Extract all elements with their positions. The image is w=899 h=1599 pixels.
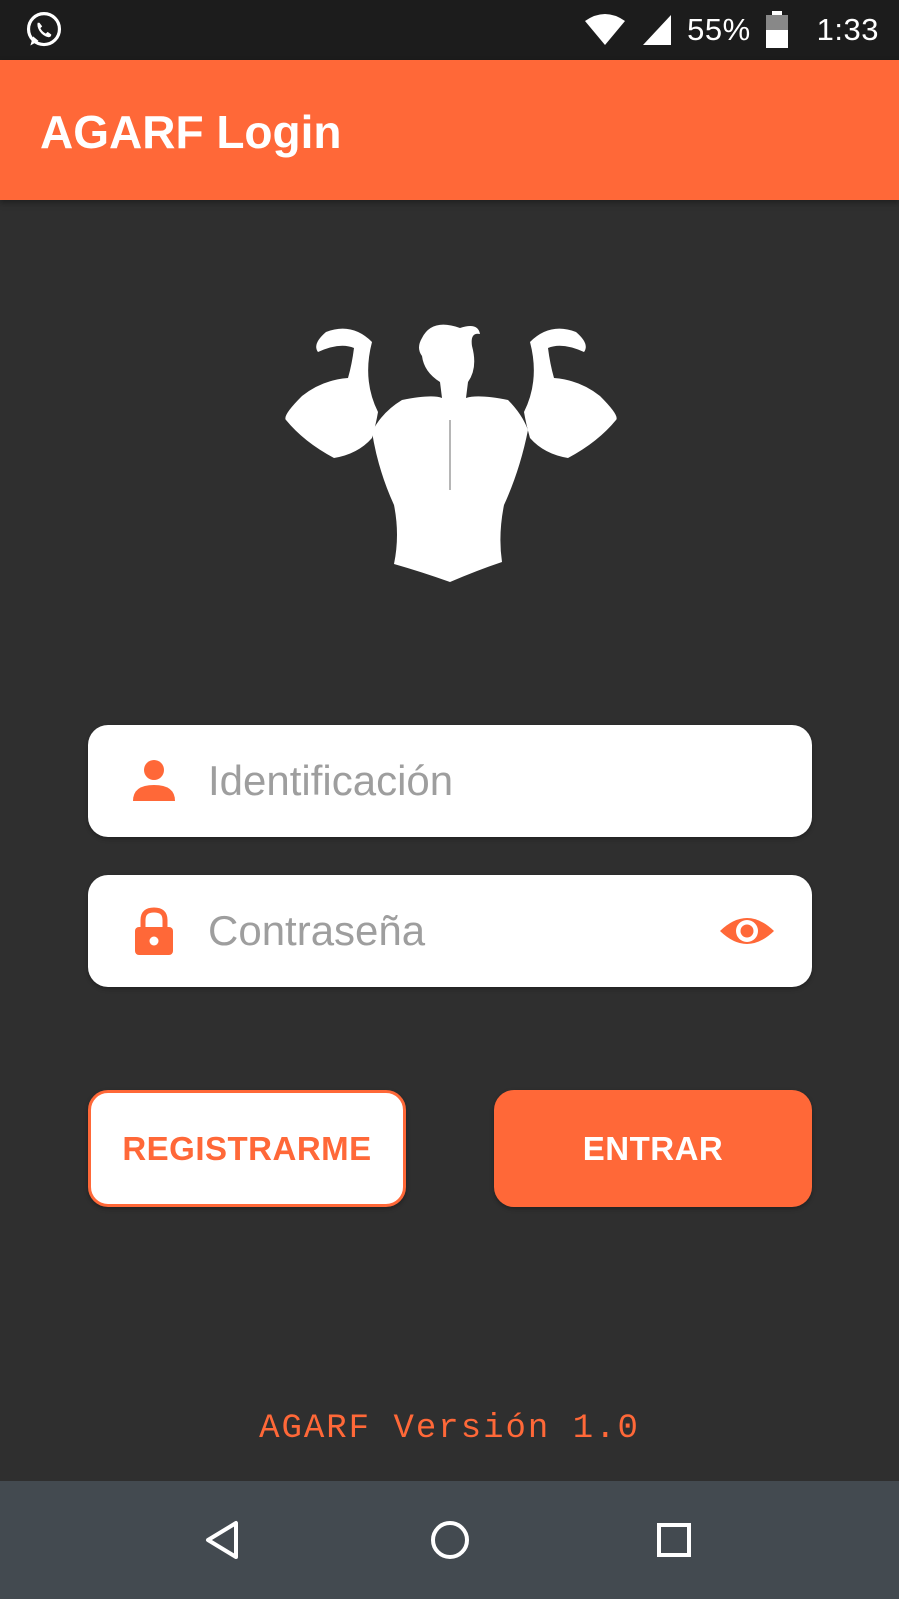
- version-label: AGARF Versión 1.0: [259, 1410, 640, 1448]
- back-triangle-icon[interactable]: [200, 1516, 248, 1564]
- password-input[interactable]: [208, 875, 688, 987]
- eye-icon[interactable]: [718, 907, 776, 955]
- navigation-bar: [0, 1481, 899, 1599]
- lock-icon: [135, 907, 173, 955]
- wifi-icon: [585, 14, 626, 45]
- app-bar: AGARF Login: [0, 60, 899, 200]
- identification-input[interactable]: [208, 725, 688, 837]
- signal-icon: [643, 15, 672, 45]
- status-bar: 55% 1:33: [0, 0, 899, 60]
- person-icon: [133, 760, 175, 801]
- enter-button[interactable]: ENTRAR: [494, 1090, 812, 1207]
- password-field[interactable]: [88, 875, 812, 987]
- clock: 1:33: [816, 12, 879, 47]
- bodybuilder-flex-icon: [285, 324, 617, 582]
- register-button[interactable]: REGISTRARME: [88, 1090, 406, 1207]
- app-title: AGARF Login: [40, 106, 342, 158]
- recents-square-icon[interactable]: [650, 1516, 698, 1564]
- battery-percent: 55%: [687, 12, 751, 47]
- battery-icon: [765, 11, 788, 48]
- whatsapp-icon: [26, 12, 62, 47]
- home-circle-icon[interactable]: [426, 1516, 474, 1564]
- identification-field[interactable]: [88, 725, 812, 837]
